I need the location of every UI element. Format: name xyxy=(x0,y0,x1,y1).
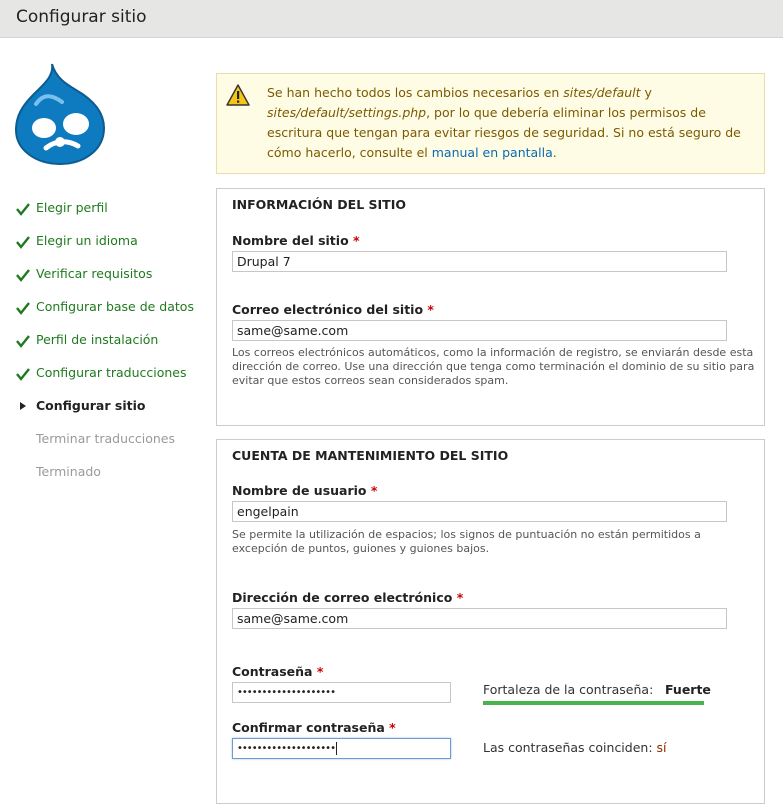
confirm-password-value: •••••••••••••••••••• xyxy=(237,743,336,754)
step-verificar-requisitos: Verificar requisitos xyxy=(16,262,194,295)
confirm-password-label: Confirmar contraseña * xyxy=(232,720,396,735)
maintenance-account-fieldset: CUENTA DE MANTENIMIENTO DEL SITIO Nombre… xyxy=(216,439,765,804)
step-terminado: Terminado xyxy=(16,460,194,493)
warning-path: sites/default xyxy=(563,85,641,100)
check-icon xyxy=(16,203,30,216)
step-label: Configurar traducciones xyxy=(36,365,187,380)
required-mark: * xyxy=(456,590,464,605)
step-label: Elegir perfil xyxy=(36,200,108,215)
required-mark: * xyxy=(427,302,434,317)
password-strength-label: Fortaleza de la contraseña: xyxy=(483,682,654,697)
step-label: Configurar base de datos xyxy=(36,299,194,314)
site-email-input[interactable]: same@same.com xyxy=(232,320,727,341)
step-label: Configurar sitio xyxy=(36,398,146,413)
password-strength-value: Fuerte xyxy=(665,682,711,697)
site-email-description: Los correos electrónicos automáticos, co… xyxy=(232,346,755,387)
check-icon xyxy=(16,368,30,381)
password-input[interactable]: •••••••••••••••••••• xyxy=(232,682,451,703)
page-header: Configurar sitio xyxy=(0,0,783,38)
password-label: Contraseña * xyxy=(232,664,324,679)
step-label: Elegir un idioma xyxy=(36,233,138,248)
check-icon xyxy=(16,236,30,249)
text-caret xyxy=(335,741,337,755)
step-configurar-base-datos: Configurar base de datos xyxy=(16,295,194,328)
step-terminar-traducciones: Terminar traducciones xyxy=(16,427,194,460)
warning-icon xyxy=(226,84,250,106)
installation-steps: Elegir perfil Elegir un idioma Verificar… xyxy=(16,196,194,493)
site-info-legend: INFORMACIÓN DEL SITIO xyxy=(232,197,406,212)
account-legend: CUENTA DE MANTENIMIENTO DEL SITIO xyxy=(232,448,509,463)
password-match-label: Las contraseñas coinciden: xyxy=(483,740,653,755)
required-mark: * xyxy=(370,483,378,498)
username-description: Se permite la utilización de espacios; l… xyxy=(232,528,701,555)
current-step-arrow-icon xyxy=(20,402,26,410)
account-email-input[interactable]: same@same.com xyxy=(232,608,727,629)
step-configurar-sitio: Configurar sitio xyxy=(16,394,194,427)
password-strength-bar xyxy=(483,701,704,705)
warning-text: y xyxy=(640,85,652,100)
step-label: Verificar requisitos xyxy=(36,266,153,281)
step-label: Terminar traducciones xyxy=(36,431,176,446)
site-info-fieldset: INFORMACIÓN DEL SITIO Nombre del sitio *… xyxy=(216,188,765,426)
warning-message: Se han hecho todos los cambios necesario… xyxy=(216,73,765,174)
username-input[interactable]: engelpain xyxy=(232,501,727,522)
page-title: Configurar sitio xyxy=(16,7,147,27)
step-label: Terminado xyxy=(36,464,101,479)
check-icon xyxy=(16,335,30,348)
site-email-label: Correo electrónico del sitio * xyxy=(232,302,434,317)
step-elegir-idioma: Elegir un idioma xyxy=(16,229,194,262)
warning-text: . xyxy=(552,145,557,160)
password-match: Las contraseñas coinciden: sí xyxy=(483,740,667,755)
warning-path: sites/default/settings.php xyxy=(267,105,427,120)
warning-text: Se han hecho todos los cambios necesario… xyxy=(267,85,564,100)
password-match-value: sí xyxy=(656,740,667,755)
check-icon xyxy=(16,269,30,282)
required-mark: * xyxy=(353,233,360,248)
check-icon xyxy=(16,302,30,315)
online-manual-link[interactable]: manual en pantalla xyxy=(432,145,553,160)
username-label: Nombre de usuario * xyxy=(232,483,378,498)
confirm-password-input[interactable]: •••••••••••••••••••• xyxy=(232,738,451,759)
site-name-input[interactable]: Drupal 7 xyxy=(232,251,727,272)
drupal-logo xyxy=(14,63,106,166)
required-mark: * xyxy=(316,664,324,679)
required-mark: * xyxy=(389,720,396,735)
site-name-label: Nombre del sitio * xyxy=(232,233,360,248)
account-email-label: Dirección de correo electrónico * xyxy=(232,590,464,605)
step-label: Perfil de instalación xyxy=(36,332,159,347)
step-elegir-perfil: Elegir perfil xyxy=(16,196,194,229)
password-strength: Fortaleza de la contraseña: Fuerte xyxy=(483,682,723,698)
step-perfil-instalacion: Perfil de instalación xyxy=(16,328,194,361)
step-configurar-traducciones: Configurar traducciones xyxy=(16,361,194,394)
